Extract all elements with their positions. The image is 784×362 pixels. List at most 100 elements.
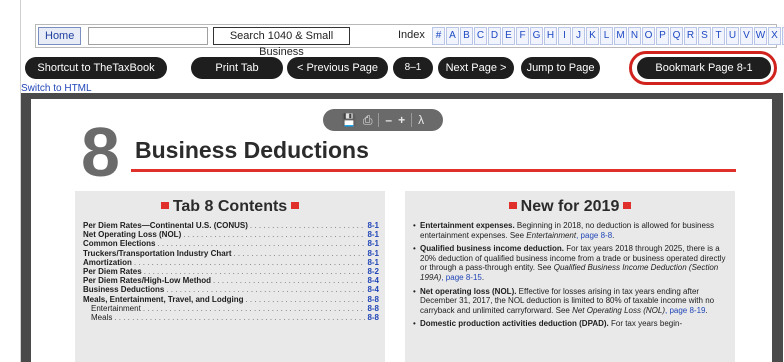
- index-letter-link[interactable]: H: [544, 27, 557, 45]
- index-letter-row: #ABCDEFGHIJKLMNOPQRSTUVWXYZ: [432, 27, 784, 45]
- index-letter-link[interactable]: O: [642, 27, 655, 45]
- contents-row-title: Entertainment: [91, 303, 141, 313]
- leader-dots: [157, 239, 365, 248]
- new-for-year-link[interactable]: , page 8-8: [576, 231, 612, 240]
- page-button-bar: Shortcut to TheTaxBook Tabs Print Tab < …: [21, 51, 783, 96]
- zoom-in-icon[interactable]: +: [398, 109, 405, 131]
- contents-row[interactable]: Entertainment 8-8: [83, 304, 379, 313]
- leader-dots: [183, 230, 365, 239]
- contents-row[interactable]: Per Diem Rates/High-Low Method 8-4: [83, 276, 379, 285]
- contents-row[interactable]: Meals 8-8: [83, 313, 379, 322]
- contents-row-page-link[interactable]: 8-2: [367, 267, 379, 276]
- contents-row-page-link[interactable]: 8-1: [367, 221, 379, 230]
- new-for-year-heading: New for 2019: [405, 198, 735, 216]
- contents-row-title: Per Diem Rates/High-Low Method: [83, 276, 212, 286]
- app-frame: Home Search 1040 & Small Business Index …: [20, 0, 784, 362]
- toolbar-divider: [411, 113, 413, 127]
- contents-row-page-link[interactable]: 8-1: [367, 249, 379, 258]
- toolbar-divider: [378, 113, 380, 127]
- index-letter-link[interactable]: F: [516, 27, 529, 45]
- search-input[interactable]: [88, 27, 208, 45]
- index-letter-link[interactable]: V: [740, 27, 753, 45]
- contents-row-title: Net Operating Loss (NOL): [83, 230, 182, 240]
- new-for-year-lead: Net operating loss (NOL).: [420, 286, 517, 296]
- contents-row-title: Per Diem Rates: [83, 267, 142, 277]
- search-button[interactable]: Search 1040 & Small Business: [213, 27, 350, 58]
- contents-row-title: Per Diem Rates—Continental U.S. (CONUS): [83, 221, 248, 230]
- contents-row[interactable]: Common Elections 8-1: [83, 239, 379, 248]
- pdf-viewer[interactable]: 💾 ⎙ – + λ 8 Business Deductions Tab 8 Co…: [21, 93, 783, 362]
- index-letter-link[interactable]: K: [586, 27, 599, 45]
- red-square-icon: [291, 201, 300, 209]
- title-underline: [131, 169, 736, 172]
- contents-heading-text: Tab 8 Contents: [172, 198, 288, 215]
- jump-to-page-button[interactable]: Jump to Page: [521, 57, 600, 79]
- index-letter-link[interactable]: A: [446, 27, 459, 45]
- index-letter-link[interactable]: X: [768, 27, 781, 45]
- chapter-title: Business Deductions: [135, 137, 369, 163]
- contents-row-title: Meals: [91, 313, 113, 323]
- index-letter-link[interactable]: E: [502, 27, 515, 45]
- contents-row-page-link[interactable]: 8-1: [367, 258, 379, 267]
- contents-row-page-link[interactable]: 8-1: [367, 230, 379, 239]
- new-for-year-italic: Net Operating Loss (NOL): [572, 305, 665, 315]
- contents-row[interactable]: Truckers/Transportation Industry Chart 8-…: [83, 249, 379, 258]
- red-square-icon: [160, 201, 169, 209]
- index-letter-link[interactable]: C: [474, 27, 487, 45]
- next-page-button[interactable]: Next Page >: [438, 57, 514, 79]
- index-letter-link[interactable]: N: [628, 27, 641, 45]
- contents-row-page-link[interactable]: 8-1: [367, 239, 379, 248]
- contents-row[interactable]: Meals, Entertainment, Travel, and Lodgin…: [83, 295, 379, 304]
- new-for-year-item: Net operating loss (NOL). Effective for …: [413, 287, 727, 316]
- home-button[interactable]: Home: [38, 27, 82, 45]
- index-letter-link[interactable]: G: [530, 27, 543, 45]
- zoom-out-icon[interactable]: –: [385, 109, 392, 131]
- contents-row-page-link[interactable]: 8-8: [367, 304, 379, 313]
- print-tab-button[interactable]: Print Tab: [191, 57, 283, 79]
- bookmark-highlight-ring: [629, 51, 777, 85]
- contents-row-page-link[interactable]: 8-8: [367, 313, 379, 322]
- index-letter-link[interactable]: B: [460, 27, 473, 45]
- new-for-year-body: For tax years begin-: [608, 319, 683, 329]
- index-letter-link[interactable]: #: [432, 27, 445, 45]
- save-icon[interactable]: 💾: [342, 109, 357, 131]
- contents-row-page-link[interactable]: 8-4: [367, 276, 379, 285]
- leader-dots: [143, 304, 366, 313]
- contents-row-page-link[interactable]: 8-8: [367, 295, 379, 304]
- new-for-year-link[interactable]: , page 8-19: [665, 306, 705, 315]
- index-letter-link[interactable]: W: [754, 27, 767, 45]
- previous-page-button[interactable]: < Previous Page: [287, 57, 388, 79]
- adobe-icon[interactable]: λ: [418, 109, 424, 131]
- top-navigation-bar: Home Search 1040 & Small Business Index …: [35, 24, 784, 58]
- index-letter-link[interactable]: U: [726, 27, 739, 45]
- index-letter-link[interactable]: M: [614, 27, 627, 45]
- index-letter-link[interactable]: S: [698, 27, 711, 45]
- index-letter-link[interactable]: P: [656, 27, 669, 45]
- page-number-field[interactable]: 8–1: [393, 57, 433, 79]
- contents-row[interactable]: Per Diem Rates 8-2: [83, 267, 379, 276]
- contents-row-page-link[interactable]: 8-4: [367, 285, 379, 294]
- new-for-year-link[interactable]: , page 8-15: [441, 273, 481, 282]
- new-for-year-tail: .: [705, 305, 708, 315]
- index-letter-link[interactable]: T: [712, 27, 725, 45]
- index-letter-link[interactable]: I: [558, 27, 571, 45]
- contents-row[interactable]: Per Diem Rates—Continental U.S. (CONUS) 8…: [83, 221, 379, 230]
- index-letter-link[interactable]: R: [684, 27, 697, 45]
- pdf-page: 💾 ⎙ – + λ 8 Business Deductions Tab 8 Co…: [31, 99, 772, 362]
- index-letter-link[interactable]: Q: [670, 27, 683, 45]
- index-letter-link[interactable]: J: [572, 27, 585, 45]
- new-for-year-lead: Qualified business income deduction.: [420, 244, 565, 254]
- contents-row[interactable]: Net Operating Loss (NOL) 8-1: [83, 230, 379, 239]
- new-for-year-item: Qualified business income deduction. For…: [413, 244, 727, 282]
- new-for-year-tail: .: [612, 230, 615, 240]
- new-for-year-item: Entertainment expenses. Beginning in 201…: [413, 221, 727, 240]
- contents-row[interactable]: Amortization 8-1: [83, 258, 379, 267]
- print-icon[interactable]: ⎙: [363, 109, 373, 131]
- index-letter-link[interactable]: D: [488, 27, 501, 45]
- contents-heading: Tab 8 Contents: [75, 198, 385, 216]
- index-letter-link[interactable]: L: [600, 27, 613, 45]
- leader-dots: [144, 267, 366, 276]
- contents-row[interactable]: Business Deductions 8-4: [83, 285, 379, 294]
- leader-dots: [233, 249, 365, 258]
- shortcut-tabs-button[interactable]: Shortcut to TheTaxBook Tabs: [25, 57, 167, 96]
